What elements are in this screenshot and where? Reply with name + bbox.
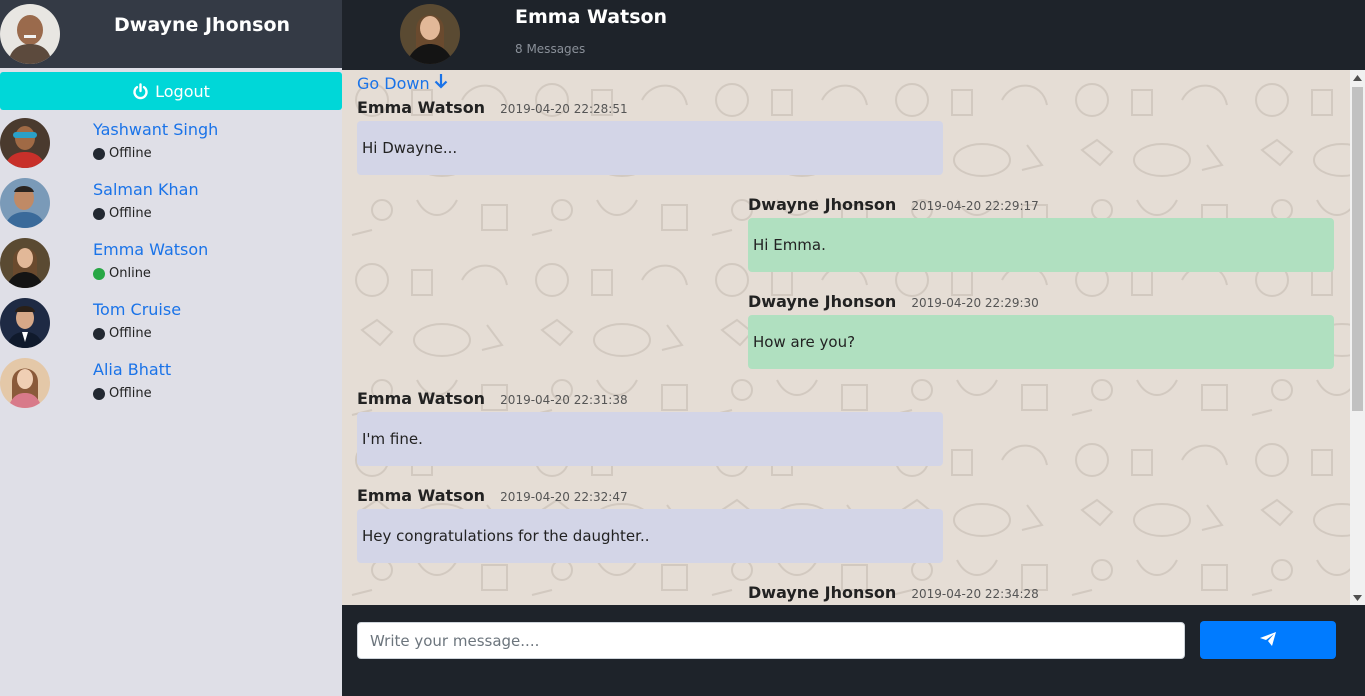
message-item: Dwayne Jhonson 2019-04-20 22:29:17 Hi Em… bbox=[748, 195, 1334, 272]
message-time: 2019-04-20 22:28:51 bbox=[500, 102, 628, 116]
status-dot-icon bbox=[93, 327, 105, 340]
contact-status-label: Offline bbox=[109, 206, 152, 221]
contact-status-label: Offline bbox=[109, 146, 152, 161]
message-bubble: How are you? bbox=[748, 315, 1334, 369]
contact-name: Yashwant Singh bbox=[93, 120, 219, 139]
message-bubble: Hi Dwayne... bbox=[357, 121, 943, 175]
peer-name: Emma Watson bbox=[515, 6, 668, 28]
message-item: Emma Watson 2019-04-20 22:31:38 I'm fine… bbox=[357, 389, 943, 466]
message-time: 2019-04-20 22:34:28 bbox=[911, 587, 1039, 601]
contact-item[interactable]: Emma Watson Online bbox=[0, 238, 342, 296]
status-dot-icon bbox=[93, 387, 105, 400]
contact-name: Alia Bhatt bbox=[93, 360, 172, 379]
go-down-label: Go Down bbox=[357, 73, 430, 93]
message-scrollbar[interactable] bbox=[1350, 70, 1365, 605]
contact-status-label: Online bbox=[109, 266, 151, 281]
message-count: 8 Messages bbox=[515, 42, 586, 56]
message-sender: Dwayne Jhonson bbox=[748, 583, 897, 602]
contact-item[interactable]: Tom Cruise Offline bbox=[0, 298, 342, 356]
contact-avatar bbox=[0, 118, 50, 168]
status-dot-icon bbox=[93, 267, 105, 280]
message-bubble: Hi Emma. bbox=[748, 218, 1334, 272]
contact-item[interactable]: Yashwant Singh Offline bbox=[0, 118, 342, 176]
message-bubble: I'm fine. bbox=[357, 412, 943, 466]
peer-avatar[interactable] bbox=[400, 4, 460, 64]
contact-item[interactable]: Alia Bhatt Offline bbox=[0, 358, 342, 416]
message-sender: Dwayne Jhonson bbox=[748, 195, 897, 214]
message-item: Dwayne Jhonson 2019-04-20 22:29:30 How a… bbox=[748, 292, 1334, 369]
contacts-sidebar: Dwayne Jhonson Logout Yashwant Singh Off… bbox=[0, 0, 342, 696]
contact-status-label: Offline bbox=[109, 386, 152, 401]
message-list[interactable]: Go Down Emma Watson 2019-04-20 22:28:51 … bbox=[342, 70, 1350, 605]
message-sender: Emma Watson bbox=[357, 98, 486, 117]
send-button[interactable] bbox=[1200, 621, 1336, 659]
logout-label: Logout bbox=[155, 81, 210, 101]
message-sender: Dwayne Jhonson bbox=[748, 292, 897, 311]
message-item: Dwayne Jhonson 2019-04-20 22:34:28 bbox=[748, 583, 1334, 605]
contact-avatar bbox=[0, 358, 50, 408]
message-item: Emma Watson 2019-04-20 22:32:47 Hey cong… bbox=[357, 486, 943, 563]
logout-button[interactable]: Logout bbox=[0, 72, 342, 110]
message-time: 2019-04-20 22:29:30 bbox=[911, 296, 1039, 310]
current-user-avatar[interactable] bbox=[0, 4, 60, 64]
go-down-link[interactable]: Go Down bbox=[357, 73, 448, 93]
message-input[interactable] bbox=[357, 622, 1185, 659]
arrow-down-icon bbox=[434, 73, 448, 93]
message-time: 2019-04-20 22:29:17 bbox=[911, 199, 1039, 213]
contact-name: Tom Cruise bbox=[93, 300, 182, 319]
scroll-thumb[interactable] bbox=[1352, 87, 1363, 411]
message-sender: Emma Watson bbox=[357, 486, 486, 505]
contact-status: Offline bbox=[93, 146, 152, 161]
message-sender: Emma Watson bbox=[357, 389, 486, 408]
contact-status: Offline bbox=[93, 386, 152, 401]
scroll-down-arrow-icon[interactable] bbox=[1350, 590, 1365, 605]
contact-status-label: Offline bbox=[109, 326, 152, 341]
status-dot-icon bbox=[93, 207, 105, 220]
contact-avatar bbox=[0, 178, 50, 228]
contact-avatar bbox=[0, 238, 50, 288]
paper-plane-icon bbox=[1260, 631, 1276, 650]
contact-name: Salman Khan bbox=[93, 180, 199, 199]
message-bubble: Hey congratulations for the daughter.. bbox=[357, 509, 943, 563]
status-dot-icon bbox=[93, 147, 105, 160]
chat-header: Emma Watson 8 Messages bbox=[342, 0, 1365, 70]
scroll-up-arrow-icon[interactable] bbox=[1350, 70, 1365, 85]
message-time: 2019-04-20 22:31:38 bbox=[500, 393, 628, 407]
contact-item[interactable]: Salman Khan Offline bbox=[0, 178, 342, 236]
power-icon bbox=[132, 82, 149, 100]
message-time: 2019-04-20 22:32:47 bbox=[500, 490, 628, 504]
message-item: Emma Watson 2019-04-20 22:28:51 Hi Dwayn… bbox=[357, 98, 943, 175]
contact-avatar bbox=[0, 298, 50, 348]
contact-status: Offline bbox=[93, 206, 152, 221]
current-user-header: Dwayne Jhonson bbox=[0, 0, 342, 68]
current-user-name: Dwayne Jhonson bbox=[114, 14, 291, 36]
contact-name: Emma Watson bbox=[93, 240, 209, 259]
contact-status: Offline bbox=[93, 326, 152, 341]
contact-status: Online bbox=[93, 266, 151, 281]
message-composer bbox=[342, 605, 1365, 696]
